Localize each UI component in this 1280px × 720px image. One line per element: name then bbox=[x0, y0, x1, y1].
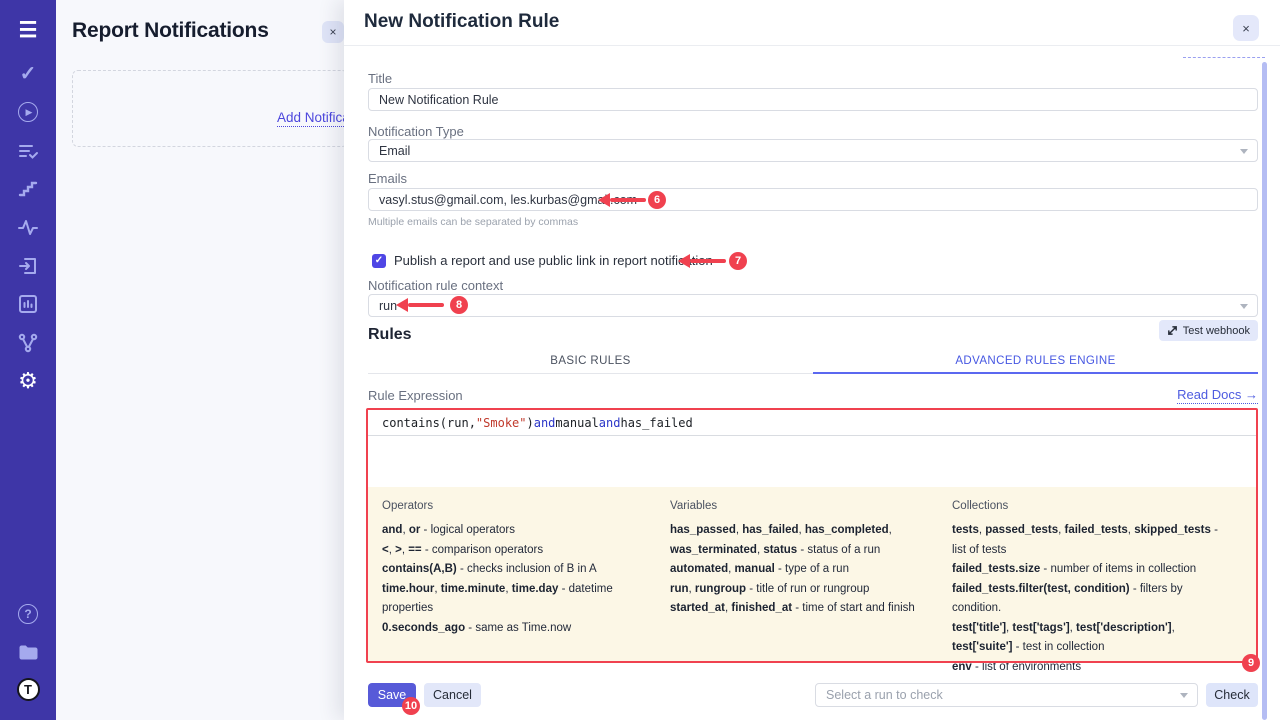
help-column-title: Variables bbox=[670, 500, 936, 512]
expression-help-panel: Operators and, or - logical operators<, … bbox=[368, 487, 1256, 661]
emails-input[interactable] bbox=[368, 188, 1258, 211]
publish-checkbox[interactable]: ✓ bbox=[372, 254, 386, 268]
new-notification-rule-modal: New Notification Rule × Title Notificati… bbox=[344, 0, 1280, 720]
modal-scrollbar[interactable] bbox=[1262, 62, 1267, 720]
play-glyph: ▶ bbox=[18, 102, 38, 122]
help-item: automated, manual - type of a run bbox=[670, 560, 936, 580]
avatar-t[interactable]: T bbox=[16, 677, 40, 701]
panel-title: Report Notifications bbox=[72, 19, 269, 43]
activity-icon[interactable] bbox=[16, 215, 40, 239]
settings-gear-icon[interactable]: ⚙ bbox=[16, 369, 40, 393]
check-button[interactable]: Check bbox=[1206, 683, 1258, 707]
help-column-operators: Operators and, or - logical operators<, … bbox=[382, 500, 670, 677]
rule-expression-code[interactable]: contains(run, "Smoke") and manual and ha… bbox=[368, 410, 1256, 436]
annotation-badge-8: 8 bbox=[450, 296, 468, 314]
modal-title: New Notification Rule bbox=[364, 11, 559, 33]
rule-expression-editor[interactable]: contains(run, "Smoke") and manual and ha… bbox=[368, 410, 1256, 487]
checkmark-icon: ✓ bbox=[375, 255, 383, 266]
annotation-badge-6: 6 bbox=[648, 191, 666, 209]
help-item: run, rungroup - title of run or rungroup bbox=[670, 580, 936, 600]
help-column-title: Collections bbox=[952, 500, 1226, 512]
list-check-icon[interactable] bbox=[16, 139, 40, 163]
tab-basic-rules[interactable]: BASIC RULES bbox=[368, 350, 813, 373]
notification-type-value: Email bbox=[379, 144, 410, 158]
chevron-down-icon bbox=[1240, 149, 1248, 154]
tab-advanced-rules-engine[interactable]: ADVANCED RULES ENGINE bbox=[813, 350, 1258, 374]
bar-chart-icon[interactable] bbox=[16, 292, 40, 316]
context-value: run bbox=[379, 299, 397, 313]
context-select[interactable]: run bbox=[368, 294, 1258, 317]
modal-close-button[interactable]: × bbox=[1233, 15, 1259, 41]
annotation-badge-10: 10 bbox=[402, 697, 420, 715]
emails-hint: Multiple emails can be separated by comm… bbox=[368, 216, 578, 228]
rules-heading: Rules bbox=[368, 326, 412, 344]
close-icon: × bbox=[329, 25, 336, 39]
help-item: started_at, finished_at - time of start … bbox=[670, 599, 936, 619]
rules-tabs: BASIC RULES ADVANCED RULES ENGINE bbox=[368, 350, 1258, 374]
branch-icon[interactable] bbox=[16, 331, 40, 355]
test-webhook-button[interactable]: Test webhook bbox=[1159, 320, 1258, 341]
read-docs-link[interactable]: Read Docs → bbox=[1177, 387, 1258, 404]
help-item: has_passed, has_failed, has_completed, w… bbox=[670, 521, 936, 560]
help-item: failed_tests.filter(test, condition) - f… bbox=[952, 580, 1226, 619]
publish-checkbox-label: Publish a report and use public link in … bbox=[394, 253, 713, 268]
question-glyph: ? bbox=[18, 604, 38, 624]
publish-checkbox-row[interactable]: ✓ Publish a report and use public link i… bbox=[372, 253, 713, 268]
play-circle-icon[interactable]: ▶ bbox=[16, 100, 40, 124]
emails-label: Emails bbox=[368, 171, 407, 186]
title-input[interactable] bbox=[368, 88, 1258, 111]
check-icon[interactable]: ✓ bbox=[16, 62, 40, 86]
chevron-down-icon bbox=[1240, 304, 1248, 309]
help-column-title: Operators bbox=[382, 500, 654, 512]
empty-notification-placeholder bbox=[72, 70, 344, 147]
steps-icon[interactable] bbox=[16, 177, 40, 201]
modal-header: New Notification Rule bbox=[344, 0, 1280, 46]
help-item: and, or - logical operators bbox=[382, 521, 654, 541]
help-column-collections: Collections tests, passed_tests, failed_… bbox=[952, 500, 1242, 677]
help-column-variables: Variables has_passed, has_failed, has_co… bbox=[670, 500, 952, 677]
notification-type-select[interactable]: Email bbox=[368, 139, 1258, 162]
title-label: Title bbox=[368, 71, 392, 86]
help-item: env - list of environments bbox=[952, 658, 1226, 678]
help-item: test['title'], test['tags'], test['descr… bbox=[952, 619, 1226, 658]
help-item: contains(A,B) - checks inclusion of B in… bbox=[382, 560, 654, 580]
help-icon[interactable]: ? bbox=[16, 602, 40, 626]
run-select-placeholder: Select a run to check bbox=[826, 688, 943, 702]
annotation-badge-9: 9 bbox=[1242, 654, 1260, 672]
avatar-letter: T bbox=[17, 678, 40, 701]
add-notification-link[interactable]: Add Notifica bbox=[277, 110, 344, 127]
context-label: Notification rule context bbox=[368, 278, 503, 293]
webhook-icon bbox=[1167, 325, 1178, 336]
folder-icon[interactable] bbox=[16, 640, 40, 664]
test-webhook-label: Test webhook bbox=[1183, 325, 1250, 337]
help-item: failed_tests.size - number of items in c… bbox=[952, 560, 1226, 580]
help-item: tests, passed_tests, failed_tests, skipp… bbox=[952, 521, 1226, 560]
rule-expression-label: Rule Expression bbox=[368, 388, 463, 403]
annotation-badge-7: 7 bbox=[729, 252, 747, 270]
help-item: 0.seconds_ago - same as Time.now bbox=[382, 619, 654, 639]
app-root: ☰ ✓ ▶ ⚙ ? T Report Notifications × bbox=[0, 0, 1280, 720]
menu-icon[interactable]: ☰ bbox=[16, 18, 40, 42]
login-icon[interactable] bbox=[16, 254, 40, 278]
help-item: time.hour, time.minute, time.day - datet… bbox=[382, 580, 654, 619]
sidebar: ☰ ✓ ▶ ⚙ ? T bbox=[0, 0, 56, 720]
cancel-button[interactable]: Cancel bbox=[424, 683, 481, 707]
help-item: <, >, == - comparison operators bbox=[382, 541, 654, 561]
close-icon: × bbox=[1242, 21, 1250, 36]
panel-close-button[interactable]: × bbox=[322, 21, 344, 43]
run-to-check-select[interactable]: Select a run to check bbox=[815, 683, 1198, 707]
dashed-focus-line bbox=[1183, 57, 1265, 58]
chevron-down-icon bbox=[1180, 693, 1188, 698]
notification-type-label: Notification Type bbox=[368, 124, 464, 139]
report-notifications-panel: Report Notifications × Add Notifica bbox=[56, 0, 344, 720]
